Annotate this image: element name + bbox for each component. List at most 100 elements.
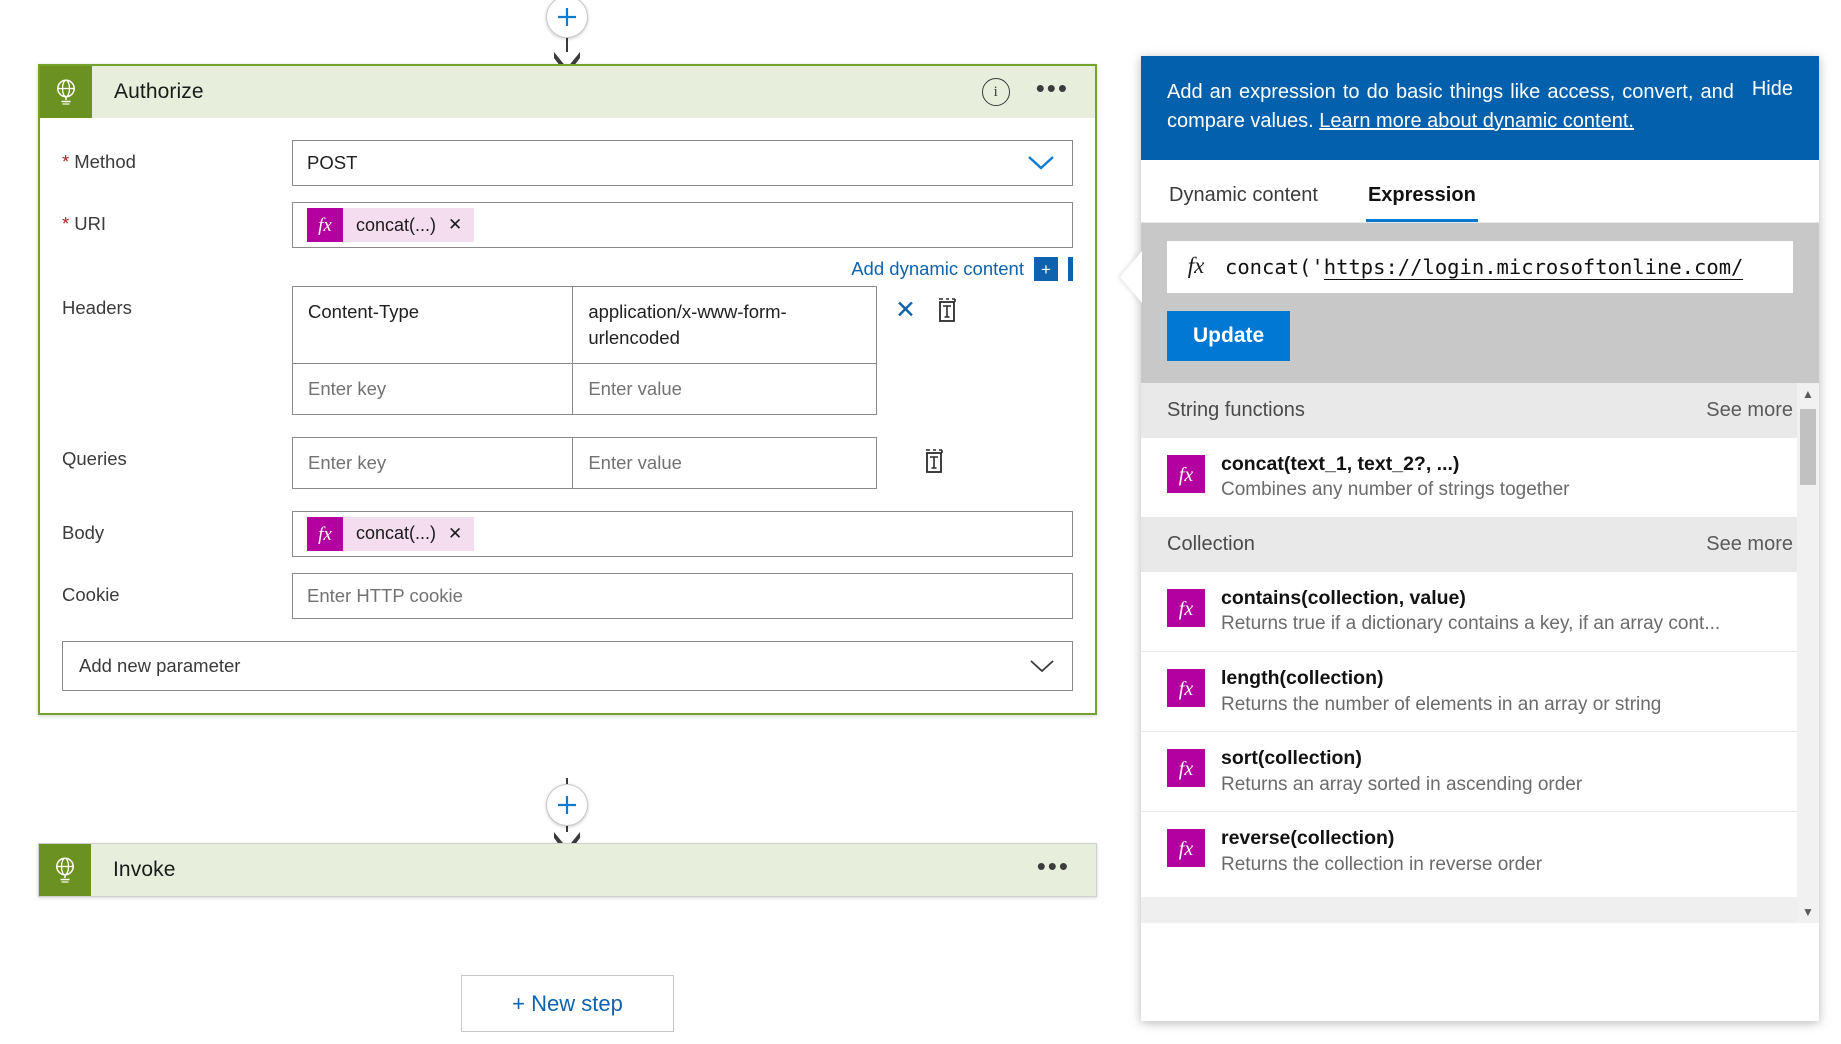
authorize-card-body: *Method POST *URI	[40, 118, 1095, 713]
expression-input[interactable]: fx concat('https://login.microsoftonline…	[1167, 241, 1793, 293]
add-new-parameter-dropdown[interactable]: Add new parameter	[62, 641, 1073, 691]
see-more-string-functions[interactable]: See more	[1706, 399, 1793, 422]
expression-prefix: concat('	[1225, 255, 1324, 279]
list-item-text: reverse(collection) Returns the collecti…	[1221, 826, 1542, 877]
section-title: String functions	[1167, 399, 1305, 422]
hide-banner-button[interactable]: Hide	[1742, 78, 1793, 136]
invoke-card-header[interactable]: Invoke •••	[39, 844, 1096, 896]
query-key-0[interactable]: Enter key	[293, 437, 573, 488]
switch-to-text-mode-icon[interactable]	[921, 447, 947, 475]
list-item-text: sort(collection) Returns an array sorted…	[1221, 746, 1582, 797]
list-item[interactable]: fx reverse(collection) Returns the colle…	[1141, 811, 1819, 891]
queries-table: Enter key Enter value	[292, 437, 877, 489]
info-icon[interactable]: i	[982, 78, 1010, 106]
header-value-1[interactable]: Enter value	[573, 363, 877, 414]
globe-icon	[40, 66, 92, 118]
list-item[interactable]: fx concat(text_1, text_2?, ...) Combines…	[1141, 438, 1819, 517]
fx-icon: fx	[307, 517, 343, 551]
body-input[interactable]: fx concat(...) ✕	[292, 511, 1073, 557]
field-queries-label: Queries	[62, 437, 292, 470]
invoke-card-title: Invoke	[113, 858, 1037, 882]
svg-text:fx: fx	[1179, 464, 1194, 486]
ellipsis-icon[interactable]: •••	[1037, 861, 1070, 879]
field-cookie-label: Cookie	[62, 573, 292, 606]
table-row[interactable]: Enter key Enter value	[293, 437, 877, 488]
function-signature: length(collection)	[1221, 666, 1661, 690]
table-row[interactable]: Content-Type application/x-www-form-urle…	[293, 287, 877, 364]
close-icon[interactable]: ✕	[448, 215, 462, 235]
fx-icon: fx	[1167, 829, 1205, 867]
ellipsis-icon[interactable]: •••	[1036, 83, 1069, 101]
method-dropdown[interactable]: POST	[292, 140, 1073, 186]
close-icon[interactable]: ✕	[895, 298, 916, 323]
function-description: Returns the number of elements in an arr…	[1221, 693, 1661, 718]
tab-dynamic-content[interactable]: Dynamic content	[1167, 174, 1320, 222]
body-expression-token[interactable]: fx concat(...) ✕	[307, 517, 474, 551]
close-icon[interactable]: ✕	[448, 524, 462, 544]
expression-text: concat('https://login.microsoftonline.co…	[1225, 255, 1743, 279]
function-signature: sort(collection)	[1221, 746, 1582, 770]
authorize-card-header-actions: i •••	[982, 78, 1069, 106]
field-cookie: Cookie Enter HTTP cookie	[62, 573, 1073, 619]
table-row[interactable]: Enter key Enter value	[293, 363, 877, 414]
section-header-string-functions: String functions See more	[1141, 383, 1819, 438]
svg-text:fx: fx	[1179, 598, 1194, 620]
info-banner-text: Add an expression to do basic things lik…	[1167, 78, 1742, 136]
function-description: Returns the collection in reverse order	[1221, 853, 1542, 878]
field-headers-label: Headers	[62, 286, 292, 319]
add-dynamic-content-row[interactable]: Add dynamic content +	[292, 257, 1073, 281]
query-value-0[interactable]: Enter value	[573, 437, 877, 488]
scrollbar-thumb[interactable]	[1800, 409, 1816, 485]
invoke-card-header-actions: •••	[1037, 861, 1070, 879]
field-method: *Method POST	[62, 140, 1073, 186]
add-dynamic-content-link[interactable]: Add dynamic content	[851, 258, 1024, 280]
authorize-card-header[interactable]: Authorize i •••	[40, 66, 1095, 118]
expression-editor-area: fx concat('https://login.microsoftonline…	[1141, 223, 1819, 383]
function-list: String functions See more fx concat(text…	[1141, 383, 1819, 923]
uri-input[interactable]: fx concat(...) ✕	[292, 202, 1073, 248]
update-button[interactable]: Update	[1167, 311, 1290, 361]
flyout-tabs: Dynamic content Expression	[1141, 160, 1819, 223]
flow-canvas: Authorize i ••• *Method POST	[0, 0, 1140, 1044]
see-more-collection[interactable]: See more	[1706, 533, 1793, 556]
uri-token-label: concat(...)	[356, 215, 436, 236]
function-list-scrollbar[interactable]: ▲ ▼	[1797, 383, 1819, 923]
scroll-up-arrow-icon[interactable]: ▲	[1797, 383, 1819, 405]
expression-url: https://login.microsoftonline.com/	[1324, 255, 1744, 280]
function-signature: concat(text_1, text_2?, ...)	[1221, 452, 1570, 476]
function-signature: reverse(collection)	[1221, 826, 1542, 850]
add-new-parameter-label: Add new parameter	[79, 655, 240, 677]
chevron-down-icon	[1028, 658, 1056, 674]
tab-expression[interactable]: Expression	[1366, 174, 1478, 222]
add-dynamic-content-caret	[1068, 257, 1073, 281]
learn-more-link[interactable]: Learn more about dynamic content.	[1319, 110, 1634, 132]
uri-expression-token[interactable]: fx concat(...) ✕	[307, 208, 474, 242]
list-item[interactable]: fx contains(collection, value) Returns t…	[1141, 572, 1819, 651]
svg-text:fx: fx	[1188, 253, 1205, 278]
fx-icon: fx	[307, 208, 343, 242]
field-body: Body fx concat(...) ✕	[62, 511, 1073, 557]
plus-icon[interactable]: +	[1034, 257, 1058, 281]
header-key-0[interactable]: Content-Type	[293, 287, 573, 364]
field-uri-label: *URI	[62, 202, 292, 235]
new-step-button[interactable]: + New step	[461, 975, 674, 1032]
authorize-card[interactable]: Authorize i ••• *Method POST	[38, 64, 1097, 715]
fx-icon: fx	[1167, 749, 1205, 787]
insert-step-button-middle[interactable]	[546, 784, 588, 826]
cookie-input[interactable]: Enter HTTP cookie	[292, 573, 1073, 619]
header-key-1[interactable]: Enter key	[293, 363, 573, 414]
header-value-0[interactable]: application/x-www-form-urlencoded	[573, 287, 877, 364]
field-uri: *URI fx concat(...) ✕	[62, 202, 1073, 284]
chevron-down-icon	[1026, 154, 1056, 172]
svg-text:fx: fx	[1179, 678, 1194, 700]
scroll-down-arrow-icon[interactable]: ▼	[1797, 901, 1819, 923]
list-item[interactable]: fx length(collection) Returns the number…	[1141, 651, 1819, 731]
list-item-text: length(collection) Returns the number of…	[1221, 666, 1661, 717]
switch-to-text-mode-icon[interactable]	[934, 296, 960, 324]
field-body-label: Body	[62, 511, 292, 544]
insert-step-button-top[interactable]	[546, 0, 588, 38]
list-item[interactable]: fx sort(collection) Returns an array sor…	[1141, 731, 1819, 811]
svg-text:fx: fx	[318, 215, 332, 236]
required-indicator: *	[62, 151, 69, 172]
invoke-card[interactable]: Invoke •••	[38, 843, 1097, 897]
